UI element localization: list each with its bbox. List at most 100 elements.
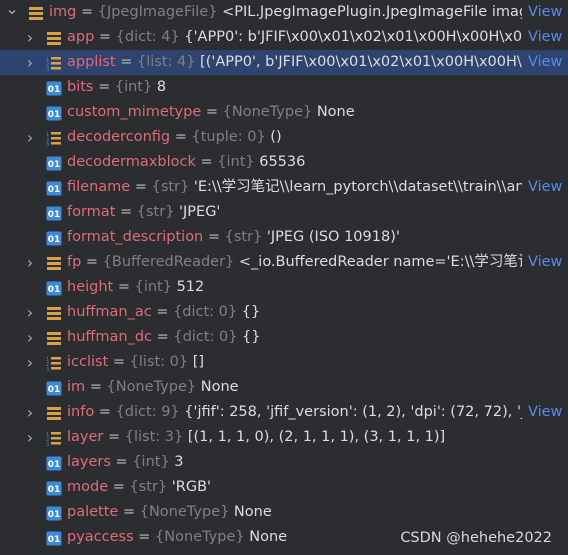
view-link[interactable]: View <box>522 250 568 275</box>
variable-type: {list: 0} <box>129 354 189 370</box>
variable-name: layers <box>67 454 111 470</box>
row-content: huffman_dc = {dict: 0} {} <box>67 325 564 350</box>
tree-row-decoderconfig[interactable]: › 1 2 3 decoderconfig = {tuple: 0} () <box>0 125 568 150</box>
tree-row-icclist[interactable]: › 1 2 3 icclist = {list: 0} [] <box>0 350 568 375</box>
tree-row-decodermaxblock[interactable]: 01 decodermaxblock = {int} 65536 <box>0 150 568 175</box>
tree-row-img[interactable]: ⌄ img = {JpegImageFile} <PIL.JpegImagePlu… <box>0 0 568 25</box>
tree-row-format-description[interactable]: 01 format_description = {str} 'JPEG (ISO … <box>0 225 568 250</box>
tree-row-info[interactable]: › info = {dict: 9} {'jfif': 258, 'jfif_ve… <box>0 400 568 425</box>
row-content: img = {JpegImageFile} <PIL.JpegImagePlug… <box>49 0 522 25</box>
view-link[interactable]: View <box>522 50 568 75</box>
tree-row-layers[interactable]: 01 layers = {int} 3 <box>0 450 568 475</box>
row-content: icclist = {list: 0} [] <box>67 350 564 375</box>
tree-row-custom-mimetype[interactable]: 01 custom_mimetype = {NoneType} None <box>0 100 568 125</box>
svg-text:01: 01 <box>48 160 61 170</box>
chevron-down-icon[interactable]: ⌄ <box>5 0 19 21</box>
tree-row-app[interactable]: › app = {dict: 4} {'APP0': b'JFIF\x00\x01… <box>0 25 568 50</box>
tree-row-applist[interactable]: › 1 2 3 applist = {list: 4} [('APP0', b'JFIF… <box>0 50 568 75</box>
tree-row-height[interactable]: 01 height = {int} 512 <box>0 275 568 300</box>
variable-value: [] <box>192 354 205 370</box>
int-icon: 01 <box>46 280 62 296</box>
equals-sign: = <box>108 354 130 370</box>
variable-value: 'JPEG (ISO 10918)' <box>266 229 400 245</box>
row-content: info = {dict: 9} {'jfif': 258, 'jfif_ver… <box>67 400 522 425</box>
equals-sign: = <box>151 304 174 320</box>
chevron-right-icon[interactable]: › <box>23 350 37 375</box>
dict-icon <box>46 405 62 420</box>
tree-row-filename[interactable]: 01 filename = {str} 'E:\\学习笔记\\learn_pyto… <box>0 175 568 200</box>
variable-value: () <box>270 129 282 145</box>
chevron-right-icon[interactable]: › <box>23 125 37 150</box>
row-content: decodermaxblock = {int} 65536 <box>67 150 564 175</box>
variable-type: {int} <box>217 154 255 170</box>
svg-text:01: 01 <box>48 460 61 470</box>
variable-type: {dict: 0} <box>173 304 238 320</box>
variable-value: 'E:\\学习笔记\\learn_pytorch\\dataset\\train… <box>193 179 522 195</box>
int-icon: 01 <box>46 205 62 221</box>
variable-type: {int} <box>134 279 172 295</box>
view-link[interactable]: View <box>522 175 568 200</box>
tree-row-layer[interactable]: › 1 2 3 layer = {list: 3} [(1, 1, 1, 0), (2,… <box>0 425 568 450</box>
row-content: fp = {BufferedReader} <_io.BufferedReade… <box>67 250 522 275</box>
equals-sign: = <box>118 504 140 520</box>
variable-name: fp <box>67 254 82 270</box>
equals-sign: = <box>130 179 152 195</box>
variable-value: <_io.BufferedReader name='E:\\学习笔记\\lear… <box>238 254 522 270</box>
view-link[interactable]: View <box>522 25 568 50</box>
row-content: im = {NoneType} None <box>67 375 564 400</box>
view-link[interactable]: View <box>522 400 568 425</box>
variable-value: 'RGB' <box>171 479 211 495</box>
variable-type: {str} <box>151 179 190 195</box>
svg-text:01: 01 <box>48 185 61 195</box>
row-content: custom_mimetype = {NoneType} None <box>67 100 564 125</box>
tree-row-im[interactable]: 01 im = {NoneType} None <box>0 375 568 400</box>
tree-row-format[interactable]: 01 format = {str} 'JPEG' <box>0 200 568 225</box>
int-icon: 01 <box>46 105 62 121</box>
variable-value: 3 <box>174 454 184 470</box>
chevron-right-icon[interactable]: › <box>23 25 37 50</box>
variable-value: None <box>233 504 272 520</box>
variable-value: 512 <box>176 279 205 295</box>
chevron-right-icon[interactable]: › <box>23 425 37 450</box>
variable-value: 8 <box>156 79 167 95</box>
chevron-right-icon[interactable]: › <box>23 300 37 325</box>
chevron-right-icon[interactable]: › <box>23 400 37 425</box>
equals-sign: = <box>103 429 125 445</box>
svg-text:01: 01 <box>48 85 61 95</box>
dict-icon <box>46 330 62 345</box>
list-icon: 123 <box>46 355 62 373</box>
equals-sign: = <box>85 379 107 395</box>
int-icon: 01 <box>46 180 62 196</box>
variable-name: pyaccess <box>67 529 134 545</box>
variable-name: mode <box>67 479 109 495</box>
svg-text:01: 01 <box>48 110 61 120</box>
variable-type: {tuple: 0} <box>191 129 266 145</box>
chevron-right-icon[interactable]: › <box>23 325 37 350</box>
tree-row-mode[interactable]: 01 mode = {str} 'RGB' <box>0 475 568 500</box>
int-icon: 01 <box>46 380 62 396</box>
variable-value: None <box>316 104 355 120</box>
view-link[interactable]: View <box>522 0 568 25</box>
row-content: format_description = {str} 'JPEG (ISO 10… <box>67 225 564 250</box>
variable-type: {list: 4} <box>136 54 196 70</box>
variable-name: format_description <box>67 229 204 245</box>
equals-sign: = <box>195 154 218 170</box>
dict-icon <box>46 30 62 45</box>
int-icon: 01 <box>46 530 62 546</box>
tree-row-huffman-dc[interactable]: › huffman_dc = {dict: 0} {} <box>0 325 568 350</box>
variable-name: filename <box>67 179 131 195</box>
chevron-right-icon[interactable]: › <box>23 250 37 275</box>
variable-name: decodermaxblock <box>67 154 196 170</box>
svg-text:01: 01 <box>48 485 61 495</box>
equals-sign: = <box>94 29 116 45</box>
tree-row-palette[interactable]: 01 palette = {NoneType} None <box>0 500 568 525</box>
tree-row-fp[interactable]: › fp = {BufferedReader} <_io.BufferedRead… <box>0 250 568 275</box>
chevron-right-icon[interactable]: › <box>23 50 37 75</box>
variable-value: [(1, 1, 1, 0), (2, 1, 1, 1), (3, 1, 1, 1… <box>187 429 446 445</box>
tree-row-huffman-ac[interactable]: › huffman_ac = {dict: 0} {} <box>0 300 568 325</box>
int-icon: 01 <box>46 480 62 496</box>
variable-name: info <box>67 404 95 420</box>
dict-icon <box>46 255 62 270</box>
tree-row-bits[interactable]: 01 bits = {int} 8 <box>0 75 568 100</box>
variable-value: {'jfif': 258, 'jfif_version': (1, 2), 'd… <box>184 404 522 420</box>
